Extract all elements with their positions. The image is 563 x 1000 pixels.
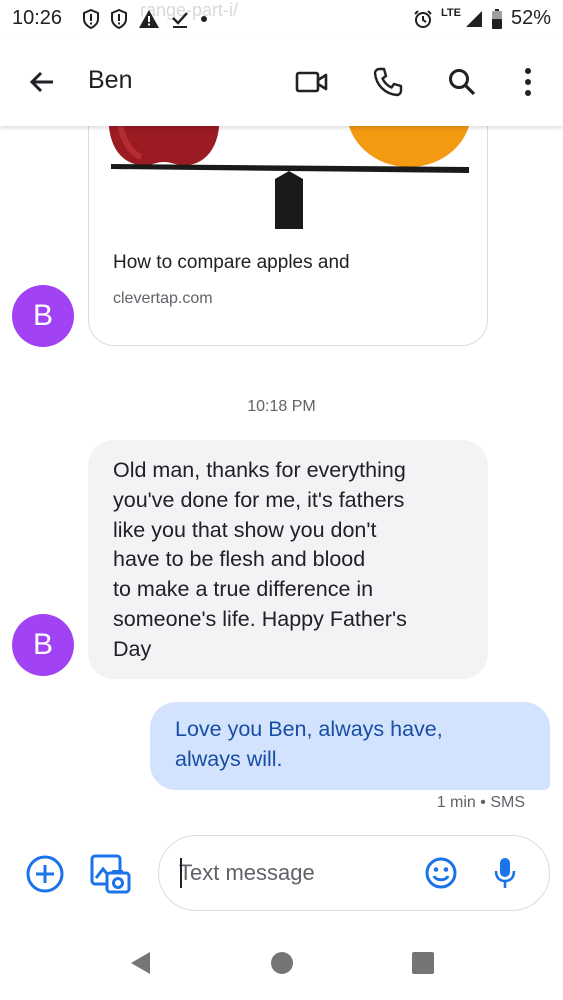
status-bar: range-part-i/ 10:26 LTE 52% <box>0 0 563 38</box>
call-button[interactable] <box>370 64 406 100</box>
notification-icons <box>82 8 208 30</box>
compose-bar <box>0 826 563 926</box>
conversation-area[interactable]: How to compare apples and clevertap.com … <box>0 126 563 826</box>
link-preview-domain: clevertap.com <box>113 290 213 307</box>
message-line: like you that show you don't <box>113 517 377 542</box>
message-line: always will. <box>175 746 283 771</box>
video-call-icon <box>295 71 328 93</box>
avatar[interactable]: B <box>12 285 74 347</box>
message-line: have to be flesh and blood <box>113 547 366 572</box>
nav-back-icon <box>131 952 150 974</box>
dot-icon <box>201 16 207 22</box>
voice-input-button[interactable] <box>483 851 527 895</box>
message-timestamp: 10:18 PM <box>247 398 316 415</box>
back-button[interactable] <box>26 66 58 98</box>
more-options-button[interactable] <box>510 64 546 100</box>
link-preview-card[interactable]: How to compare apples and clevertap.com <box>88 126 488 346</box>
text-cursor <box>180 858 182 888</box>
gallery-icon <box>90 854 131 894</box>
shield-alert-icon <box>111 9 127 29</box>
warning-icon <box>139 10 159 28</box>
mic-icon <box>494 858 516 888</box>
emoji-button[interactable] <box>419 851 463 895</box>
add-attachment-button[interactable] <box>23 852 67 896</box>
message-line: Old man, thanks for everything <box>113 458 406 482</box>
signal-icon <box>465 10 482 27</box>
alarm-icon <box>414 9 432 28</box>
emoji-icon <box>425 857 457 889</box>
nav-home-button[interactable] <box>267 948 297 978</box>
navigation-bar <box>0 926 563 1000</box>
network-type: LTE <box>441 6 461 19</box>
message-line: to make a true difference in <box>113 577 374 602</box>
message-input-container[interactable] <box>158 835 550 911</box>
search-button[interactable] <box>444 64 480 100</box>
shield-alert-icon <box>83 9 99 29</box>
link-preview-image <box>89 126 487 242</box>
nav-recents-button[interactable] <box>408 948 438 978</box>
message-status: 1 min • SMS <box>436 794 525 811</box>
arrow-back-icon <box>29 71 53 93</box>
nav-recents-icon <box>412 952 434 974</box>
contact-name: Ben <box>88 66 133 94</box>
message-line: Day <box>113 636 152 661</box>
phone-icon <box>373 67 403 97</box>
nav-back-button[interactable] <box>126 948 156 978</box>
more-vert-icon <box>525 68 531 96</box>
message-line: you've done for me, it's fathers <box>113 487 405 512</box>
add-circle-icon <box>26 855 64 893</box>
status-right: LTE 52% <box>413 7 551 30</box>
message-line: someone's life. Happy Father's <box>113 606 407 631</box>
download-done-icon <box>172 12 188 28</box>
outgoing-message-bubble[interactable]: Love you Ben, always have, always will. <box>150 702 550 790</box>
gallery-button[interactable] <box>88 852 132 896</box>
status-time: 10:26 <box>12 7 63 29</box>
message-line: Love you Ben, always have, <box>175 717 443 741</box>
app-bar: Ben <box>0 38 563 126</box>
nav-home-icon <box>271 952 293 974</box>
video-call-button[interactable] <box>294 64 330 100</box>
link-preview-title: How to compare apples and <box>113 252 350 273</box>
incoming-message-bubble[interactable]: Old man, thanks for everything you've do… <box>88 440 488 679</box>
message-input[interactable] <box>179 858 409 888</box>
search-icon <box>449 69 476 96</box>
battery-icon <box>491 8 502 29</box>
battery-percent: 52% <box>510 7 551 29</box>
avatar[interactable]: B <box>12 614 74 676</box>
